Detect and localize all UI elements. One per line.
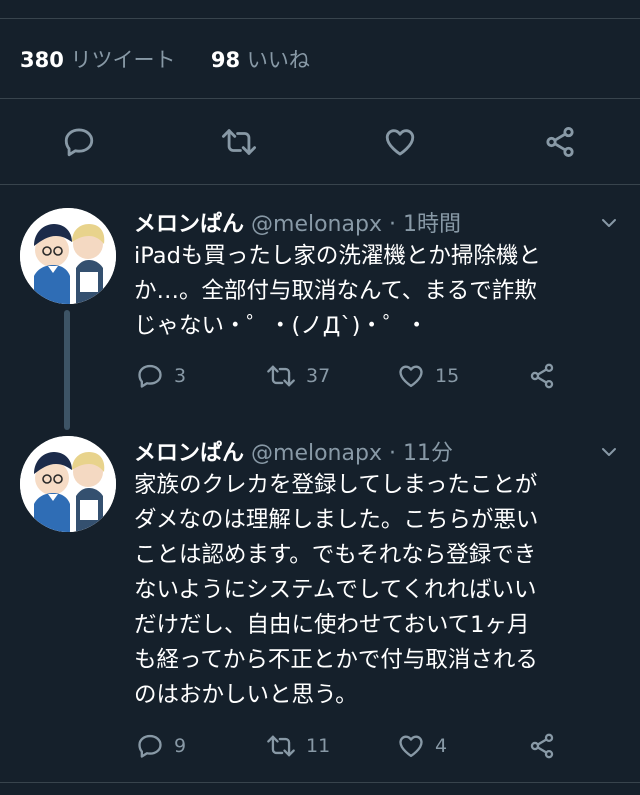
like-button[interactable]: 4 [397, 732, 447, 760]
tweet-text: 家族のクレカを登録してしまったことが ダメなのは理解しました。こちらが悪い こと… [134, 468, 624, 713]
share-button[interactable] [528, 362, 556, 390]
share-icon [546, 126, 574, 158]
tweet-action-bar: 3 37 15 [0, 362, 640, 396]
reply-button[interactable]: 3 [136, 362, 186, 390]
retweet-button[interactable]: 11 [266, 732, 330, 760]
retweet-count[interactable]: 380 [20, 48, 64, 72]
tweet-text-line: だけだし、自由に使わせておいて1ヶ月 [134, 612, 530, 638]
reply-button[interactable] [57, 120, 101, 164]
heart-icon [385, 129, 415, 156]
tweet-text-line: ことは認めます。でもそれなら登録でき [134, 542, 537, 568]
avatar-illustration [20, 208, 116, 304]
user-handle[interactable]: @melonapx [251, 212, 382, 237]
tweet-time[interactable]: · 1時間 [389, 212, 461, 237]
reply-icon [138, 364, 162, 388]
tweet-text-line: か…。全部付与取消なんて、まるで詐欺 [134, 278, 537, 304]
tweet-text-line: のはおかしいと思う。 [134, 682, 358, 708]
top-divider [0, 18, 640, 19]
reply-count: 3 [174, 365, 187, 387]
tweet-action-bar: 9 11 4 [0, 732, 640, 766]
avatar[interactable] [20, 208, 116, 304]
like-button[interactable] [378, 120, 422, 164]
tweet-stats: 380 リツイート 98 いいね [20, 44, 310, 74]
share-icon [530, 363, 554, 389]
share-icon [530, 733, 554, 759]
share-button[interactable] [538, 120, 582, 164]
retweet-icon [267, 365, 295, 387]
chevron-down-icon[interactable] [597, 440, 621, 464]
avatar-illustration [20, 436, 116, 532]
reply-button[interactable]: 9 [136, 732, 186, 760]
retweet-icon [267, 735, 295, 757]
reply-icon [138, 734, 162, 758]
tweet-text: iPadも買ったし家の洗濯機とか掃除機と か…。全部付与取消なんて、まるで詐欺 … [134, 239, 624, 344]
chevron-down-icon[interactable] [597, 211, 621, 235]
tweet-text-line: ダメなのは理解しました。こちらが悪い [134, 507, 539, 533]
like-count: 4 [435, 735, 448, 757]
tweet-header: メロンぱん @melonapx · 11分 [134, 435, 453, 467]
retweet-count: 37 [306, 365, 331, 387]
tweet-text-line: も経ってから不正とかで付与取消される [134, 647, 538, 673]
avatar[interactable] [20, 436, 116, 532]
retweet-count: 11 [306, 735, 331, 757]
tweet-time[interactable]: · 11分 [389, 441, 453, 466]
reply-count: 9 [174, 735, 187, 757]
like-button[interactable]: 15 [397, 362, 459, 390]
retweet-button[interactable] [217, 120, 261, 164]
display-name[interactable]: メロンぱん [134, 441, 244, 466]
reply-icon [64, 128, 94, 157]
tweet-text-line: 家族のクレカを登録してしまったことが [134, 472, 538, 498]
retweet-icon [222, 129, 256, 155]
like-label[interactable]: いいね [247, 48, 310, 72]
tweet-text-line: iPadも買ったし家の洗濯機とか掃除機と [134, 243, 541, 269]
like-count: 15 [435, 365, 460, 387]
actions-divider [0, 184, 640, 185]
tweet-text-line: ないようにシステムでしてくれればいい [134, 577, 537, 603]
share-button[interactable] [528, 732, 556, 760]
retweet-button[interactable]: 37 [266, 362, 330, 390]
display-name[interactable]: メロンぱん [134, 212, 244, 237]
bottom-divider [0, 782, 640, 783]
tweet-text-line: じゃない・゜・(ノД`)・゜・ [134, 313, 428, 339]
retweet-label[interactable]: リツイート [71, 48, 176, 72]
like-count[interactable]: 98 [211, 48, 240, 72]
tweet-header: メロンぱん @melonapx · 1時間 [134, 206, 461, 238]
heart-icon [399, 365, 423, 388]
main-action-bar [0, 120, 640, 164]
user-handle[interactable]: @melonapx [251, 441, 382, 466]
stats-divider [0, 98, 640, 99]
heart-icon [399, 735, 423, 758]
